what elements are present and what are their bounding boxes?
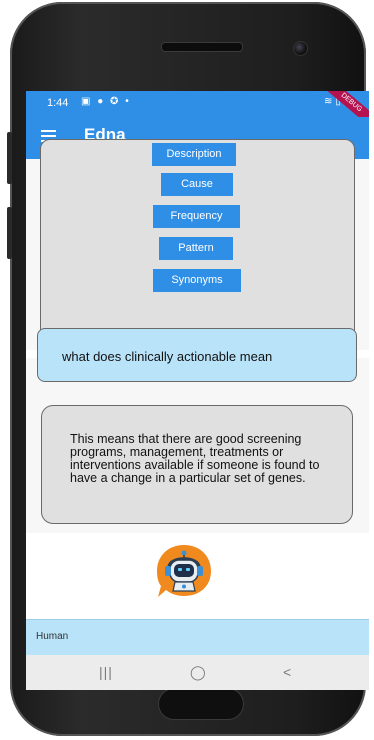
chat-content[interactable]: Description Cause Frequency Pattern Syno…: [26, 139, 369, 633]
frequency-button[interactable]: Frequency: [153, 205, 240, 228]
cause-button[interactable]: Cause: [161, 173, 233, 196]
recents-icon[interactable]: |||: [99, 664, 113, 680]
volume-down-button: [7, 207, 12, 259]
app-screen: 1:44 ▣ ● ✪ • ≋ ▯ ▮ debug Edna Descriptio…: [26, 91, 369, 658]
back-icon[interactable]: <: [283, 664, 291, 680]
pattern-button[interactable]: Pattern: [159, 237, 233, 260]
physical-home-button[interactable]: [158, 688, 244, 720]
front-camera: [293, 41, 308, 56]
bot-answer-bubble: This means that there are good screening…: [41, 405, 353, 524]
user-message-text: what does clinically actionable mean: [62, 349, 273, 364]
notification-icons: ▣ ● ✪ •: [81, 96, 131, 107]
user-message-bubble: what does clinically actionable mean: [37, 328, 357, 382]
robot-headset-icon: [157, 545, 211, 597]
earpiece-speaker: [161, 42, 243, 52]
bot-avatar-area: [26, 533, 369, 633]
synonyms-button[interactable]: Synonyms: [153, 269, 241, 292]
volume-up-button: [7, 132, 12, 184]
home-icon[interactable]: ◯: [190, 664, 206, 681]
human-input-label: Human: [36, 631, 69, 642]
status-time: 1:44: [47, 97, 69, 109]
human-input-field[interactable]: Human: [26, 619, 369, 656]
topic-options-card: Description Cause Frequency Pattern Syno…: [40, 139, 355, 348]
status-bar: 1:44 ▣ ● ✪ • ≋ ▯ ▮ debug: [26, 91, 369, 134]
android-navigation-bar: ||| ◯ <: [26, 655, 369, 690]
bot-answer-text: This means that there are good screening…: [70, 432, 320, 485]
description-button[interactable]: Description: [152, 143, 236, 166]
